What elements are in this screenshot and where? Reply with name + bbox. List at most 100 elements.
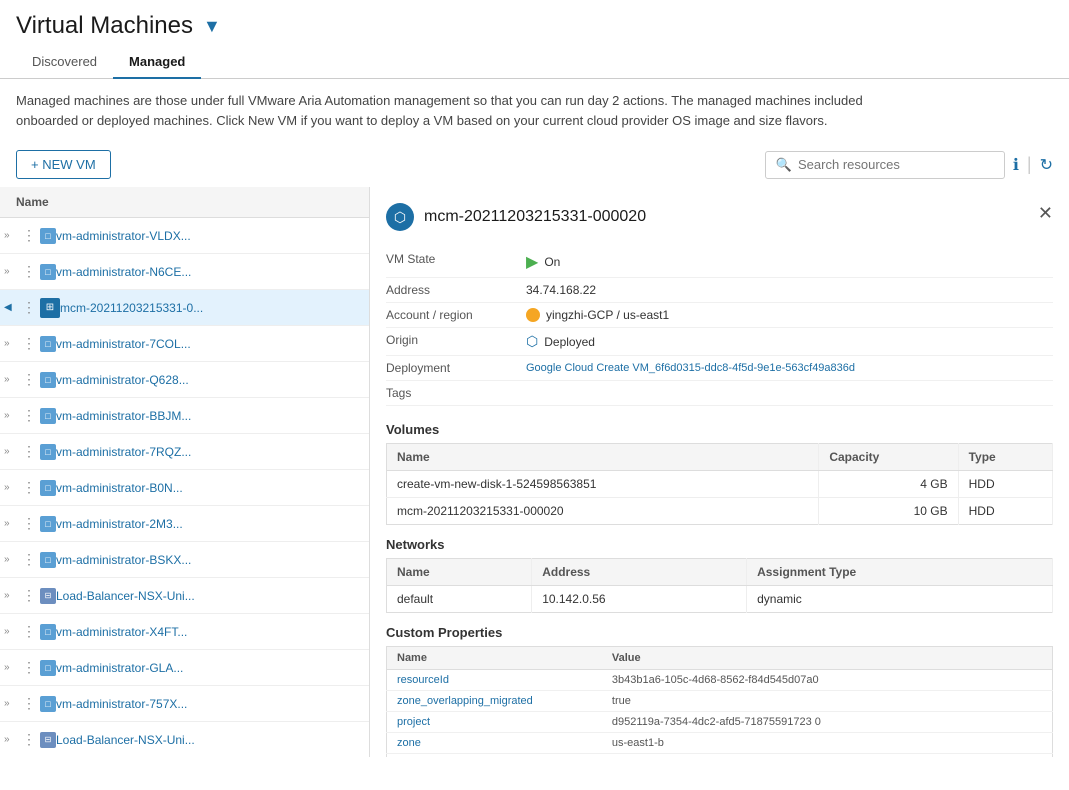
vm-icon: □ (40, 696, 56, 712)
tab-managed[interactable]: Managed (113, 46, 201, 79)
detail-vm-icon: ⬡ (386, 203, 414, 231)
vm-state-value: ▶ On (526, 252, 1053, 272)
custom-property-row: zone_overlapping_migrated true (387, 691, 1053, 712)
expand-icon[interactable]: » (4, 266, 22, 277)
volumes-row: mcm-20211203215331-000020 10 GB HDD (387, 498, 1053, 525)
origin-row: Origin ⬡ Deployed (386, 328, 1053, 356)
deployment-link[interactable]: Google Cloud Create VM_6f6d0315-ddc8-4f5… (526, 362, 855, 374)
volume-capacity: 4 GB (819, 471, 958, 498)
tabs-container: Discovered Managed (0, 46, 1069, 79)
account-region-row: Account / region yingzhi-GCP / us-east1 (386, 303, 1053, 328)
column-name-label: Name (16, 195, 49, 209)
new-vm-button[interactable]: + NEW VM (16, 150, 111, 179)
expand-icon[interactable]: » (4, 446, 22, 457)
expand-icon[interactable]: » (4, 626, 22, 637)
expand-icon[interactable]: » (4, 698, 22, 709)
list-item[interactable]: » ⋮ □ vm-administrator-757X... (0, 686, 369, 722)
dots-icon[interactable]: ⋮ (22, 515, 38, 532)
tab-discovered[interactable]: Discovered (16, 46, 113, 79)
network-assignment-type: dynamic (747, 586, 1053, 613)
custom-prop-value: d952119a-7354-4dc2-afd5-71875591723 0 (602, 712, 1053, 733)
list-item[interactable]: » ⋮ □ vm-administrator-VLDX... (0, 218, 369, 254)
list-item[interactable]: » ⋮ ⊟ Load-Balancer-NSX-Uni... (0, 722, 369, 757)
main-content: Name » ⋮ □ vm-administrator-VLDX... » ⋮ … (0, 187, 1069, 757)
expand-icon[interactable]: ◀ (4, 302, 22, 313)
volume-name: mcm-20211203215331-000020 (387, 498, 819, 525)
list-item[interactable]: » ⋮ □ vm-administrator-BBJM... (0, 398, 369, 434)
expand-icon[interactable]: » (4, 482, 22, 493)
expand-icon[interactable]: » (4, 734, 22, 745)
volumes-col-name: Name (387, 444, 819, 471)
dots-icon[interactable]: ⋮ (22, 443, 38, 460)
custom-prop-name: project (387, 712, 602, 733)
properties-table: VM State ▶ On Address 34.74.168.22 Accou… (386, 247, 1053, 406)
list-item[interactable]: ◀ ⋮ ⊞ mcm-20211203215331-0... (0, 290, 369, 326)
volumes-col-capacity: Capacity (819, 444, 958, 471)
dots-icon[interactable]: ⋮ (22, 695, 38, 712)
separator: | (1027, 154, 1032, 175)
vm-icon: □ (40, 228, 56, 244)
list-item[interactable]: » ⋮ ⊟ Load-Balancer-NSX-Uni... (0, 578, 369, 614)
volumes-row: create-vm-new-disk-1-524598563851 4 GB H… (387, 471, 1053, 498)
expand-icon[interactable]: » (4, 590, 22, 601)
item-name: Load-Balancer-NSX-Uni... (56, 733, 365, 747)
custom-props-col-value: Value (602, 647, 1053, 670)
dots-icon[interactable]: ⋮ (22, 227, 38, 244)
account-region-label: Account / region (386, 308, 526, 322)
custom-property-row: zone us-east1-b (387, 733, 1053, 754)
dots-icon[interactable]: ⋮ (22, 731, 38, 748)
expand-icon[interactable]: » (4, 410, 22, 421)
deployed-icon: ⬡ (526, 333, 538, 350)
volumes-col-type: Type (958, 444, 1052, 471)
list-item[interactable]: » ⋮ □ vm-administrator-GLA... (0, 650, 369, 686)
list-item[interactable]: » ⋮ □ vm-administrator-Q628... (0, 362, 369, 398)
expand-icon[interactable]: » (4, 338, 22, 349)
vm-state-label: VM State (386, 252, 526, 272)
list-item[interactable]: » ⋮ □ vm-administrator-2M3... (0, 506, 369, 542)
filter-icon[interactable]: ▼ (203, 16, 221, 37)
network-name: default (387, 586, 532, 613)
vm-icon: □ (40, 372, 56, 388)
custom-property-row: resourceId 3b43b1a6-105c-4d68-8562-f84d5… (387, 670, 1053, 691)
expand-icon[interactable]: » (4, 518, 22, 529)
account-region-value: yingzhi-GCP / us-east1 (526, 308, 1053, 322)
dots-icon[interactable]: ⋮ (22, 551, 38, 568)
dots-icon[interactable]: ⋮ (22, 623, 38, 640)
networks-table: Name Address Assignment Type default 10.… (386, 558, 1053, 613)
custom-properties-table: Name Value resourceId 3b43b1a6-105c-4d68… (386, 646, 1053, 757)
dots-icon[interactable]: ⋮ (22, 659, 38, 676)
dots-icon[interactable]: ⋮ (22, 407, 38, 424)
dots-icon[interactable]: ⋮ (22, 587, 38, 604)
lb-icon: ⊟ (40, 588, 56, 604)
item-name: vm-administrator-BSKX... (56, 553, 365, 567)
refresh-icon[interactable]: ↻ (1040, 155, 1053, 175)
list-item[interactable]: » ⋮ □ vm-administrator-X4FT... (0, 614, 369, 650)
address-row: Address 34.74.168.22 (386, 278, 1053, 303)
custom-prop-name: zone_overlapping_migrated (387, 691, 602, 712)
close-button[interactable]: ✕ (1038, 203, 1053, 224)
deployment-row: Deployment Google Cloud Create VM_6f6d03… (386, 356, 1053, 381)
list-item[interactable]: » ⋮ □ vm-administrator-N6CE... (0, 254, 369, 290)
expand-icon[interactable]: » (4, 554, 22, 565)
list-item[interactable]: » ⋮ □ vm-administrator-7COL... (0, 326, 369, 362)
search-input[interactable] (798, 157, 994, 172)
info-icon[interactable]: ℹ (1013, 155, 1019, 175)
dots-icon[interactable]: ⋮ (22, 299, 38, 316)
expand-icon[interactable]: » (4, 374, 22, 385)
expand-icon[interactable]: » (4, 230, 22, 241)
list-item[interactable]: » ⋮ □ vm-administrator-7RQZ... (0, 434, 369, 470)
custom-prop-value: true (602, 691, 1053, 712)
dots-icon[interactable]: ⋮ (22, 371, 38, 388)
vm-icon: □ (40, 336, 56, 352)
volume-type: HDD (958, 471, 1052, 498)
dots-icon[interactable]: ⋮ (22, 335, 38, 352)
networks-section-title: Networks (386, 537, 1053, 552)
dots-icon[interactable]: ⋮ (22, 479, 38, 496)
toolbar-right: 🔍 ℹ | ↻ (765, 151, 1053, 179)
expand-icon[interactable]: » (4, 662, 22, 673)
list-item[interactable]: » ⋮ □ vm-administrator-BSKX... (0, 542, 369, 578)
list-item[interactable]: » ⋮ □ vm-administrator-B0N... (0, 470, 369, 506)
networks-row: default 10.142.0.56 dynamic (387, 586, 1053, 613)
dots-icon[interactable]: ⋮ (22, 263, 38, 280)
item-name: vm-administrator-N6CE... (56, 265, 365, 279)
